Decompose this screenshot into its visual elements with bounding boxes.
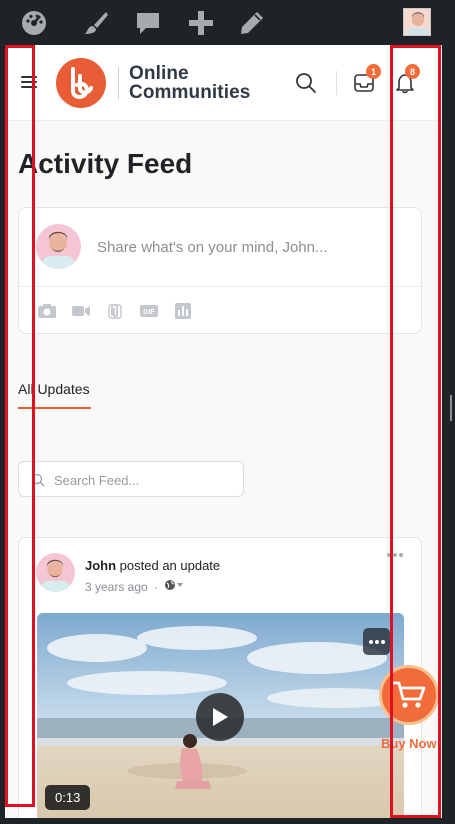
logo-divider <box>118 67 119 99</box>
tab-active-indicator <box>18 407 91 409</box>
brush-icon[interactable] <box>81 8 111 38</box>
video-options-icon[interactable] <box>363 628 390 655</box>
search-feed-field[interactable]: Search Feed... <box>18 461 244 497</box>
post-author-avatar[interactable] <box>36 553 75 592</box>
buy-now-button[interactable]: Buy Now <box>379 665 441 765</box>
gif-icon[interactable]: GIF <box>138 301 160 321</box>
admin-avatar[interactable] <box>403 8 431 36</box>
play-icon[interactable] <box>196 693 244 741</box>
inbox-badge: 1 <box>366 64 381 79</box>
scrollbar-gutter[interactable] <box>442 45 455 824</box>
post-author-name[interactable]: John <box>85 558 116 573</box>
admin-bar <box>0 0 455 45</box>
video-player[interactable]: 0:13 <box>37 613 404 818</box>
menu-icon[interactable] <box>21 76 37 88</box>
search-icon[interactable] <box>293 70 319 96</box>
post-action: posted an update <box>116 558 221 573</box>
header-separator <box>336 71 337 95</box>
logo-icon[interactable] <box>56 58 106 108</box>
poll-icon[interactable] <box>172 301 194 321</box>
activity-post: John posted an update 3 years ago · 0:13 <box>18 537 422 818</box>
page: Online Communities 1 8 Activity Feed Sha… <box>5 45 442 818</box>
search-feed-input[interactable]: Search Feed... <box>54 473 139 488</box>
privacy-globe-icon[interactable] <box>164 579 184 594</box>
dashboard-icon[interactable] <box>19 8 49 38</box>
post-meta: 3 years ago · <box>85 579 184 594</box>
post-composer[interactable]: Share what's on your mind, John... GIF <box>18 207 422 334</box>
comment-icon[interactable] <box>133 8 163 38</box>
composer-tools: GIF <box>36 301 194 321</box>
gif-icon-label: GIF <box>143 309 155 316</box>
attachment-icon[interactable] <box>104 301 126 321</box>
cart-icon[interactable] <box>379 665 439 725</box>
search-feed-icon <box>31 473 45 487</box>
video-icon[interactable] <box>70 301 92 321</box>
composer-divider <box>19 286 421 287</box>
bottom-edge <box>0 818 455 824</box>
user-avatar[interactable] <box>36 224 81 269</box>
site-header: Online Communities 1 8 <box>5 45 442 121</box>
post-author-line: John posted an update <box>85 558 220 573</box>
plus-icon[interactable] <box>186 8 216 38</box>
brand-line-2: Communities <box>129 82 251 103</box>
brand-name[interactable]: Online Communities <box>129 64 250 102</box>
meta-separator: · <box>153 579 158 594</box>
composer-input[interactable]: Share what's on your mind, John... <box>97 239 328 256</box>
tab-all-updates[interactable]: All Updates <box>18 381 90 397</box>
buy-now-label[interactable]: Buy Now <box>381 736 437 751</box>
post-timestamp[interactable]: 3 years ago <box>85 580 148 594</box>
video-duration: 0:13 <box>45 785 91 810</box>
resize-grip[interactable] <box>450 395 452 421</box>
post-options-icon[interactable] <box>387 551 403 559</box>
brand-line-1: Online <box>129 63 189 84</box>
pencil-icon[interactable] <box>237 8 267 38</box>
page-title: Activity Feed <box>18 148 193 179</box>
notifications-badge: 8 <box>405 64 420 79</box>
camera-icon[interactable] <box>36 301 58 321</box>
